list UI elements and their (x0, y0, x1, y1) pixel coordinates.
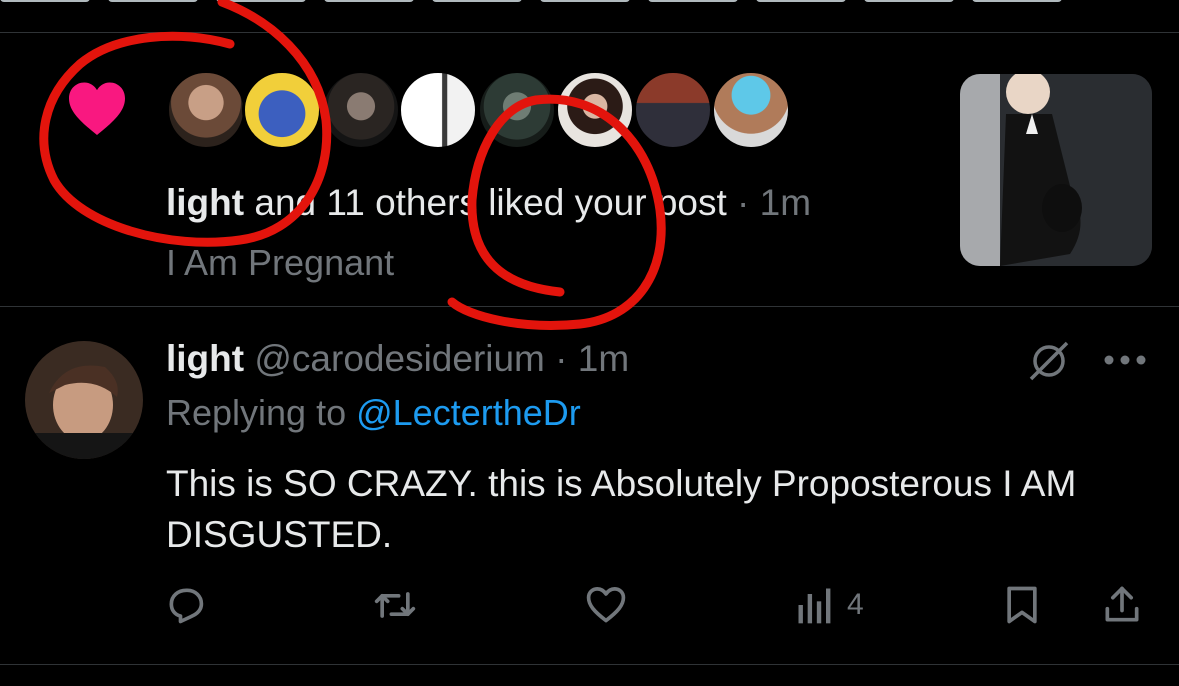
display-name[interactable]: light (166, 338, 244, 379)
avatar[interactable] (633, 70, 713, 150)
views-icon (798, 588, 831, 624)
separator-dot: · (544, 338, 578, 379)
grok-icon[interactable] (1026, 338, 1072, 384)
avatar[interactable] (166, 70, 246, 150)
post-thumbnail[interactable] (960, 74, 1152, 266)
bookmark-icon (1007, 586, 1037, 624)
repost-icon (374, 592, 416, 618)
notification-rest: and 11 others liked your post (244, 182, 727, 223)
reply-time: 1m (577, 338, 630, 379)
avatar[interactable] (477, 70, 557, 150)
notification-time: 1m (759, 182, 812, 223)
repost-button[interactable] (373, 582, 417, 628)
separator-dot: · (726, 182, 760, 223)
share-icon (1105, 586, 1139, 622)
liked-post-title[interactable]: I Am Pregnant (166, 242, 394, 284)
heart-icon (66, 80, 128, 136)
avatar[interactable] (398, 70, 478, 150)
reply-button[interactable] (164, 582, 208, 628)
like-notification-text[interactable]: light and 11 others liked your post · 1m (166, 182, 811, 224)
divider (0, 32, 1179, 33)
bookmark-button[interactable] (1000, 582, 1044, 628)
more-options-icon[interactable] (1102, 352, 1148, 368)
replying-to-link[interactable]: @LectertheDr (356, 392, 581, 433)
previous-item-clipped-text (0, 0, 1179, 8)
views-button[interactable]: 4 (793, 582, 864, 628)
replying-to-line: Replying to @LectertheDr (166, 392, 581, 434)
user-handle[interactable]: @carodesiderium (254, 338, 545, 379)
liker-name[interactable]: light (166, 182, 244, 223)
reply-header: light @carodesiderium · 1m (166, 338, 629, 380)
divider (0, 664, 1179, 665)
avatar[interactable] (711, 70, 791, 150)
views-count: 4 (847, 588, 864, 621)
reply-body: This is SO CRAZY. this is Absolutely Pro… (166, 463, 1077, 555)
avatar[interactable] (25, 341, 143, 459)
avatar[interactable] (555, 70, 635, 150)
share-button[interactable] (1100, 582, 1144, 628)
like-button[interactable] (584, 582, 628, 628)
like-icon (586, 587, 626, 623)
avatar[interactable] (242, 70, 322, 150)
divider (0, 306, 1179, 307)
avatar[interactable] (321, 70, 401, 150)
reply-icon (169, 588, 204, 624)
replying-label: Replying to (166, 392, 357, 433)
